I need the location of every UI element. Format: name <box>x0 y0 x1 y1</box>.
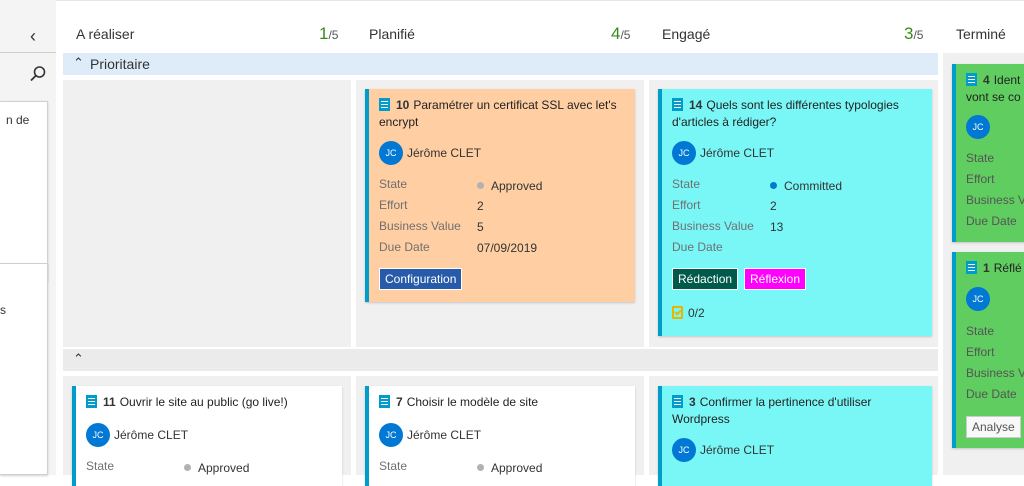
backlog-card-text: n de <box>6 113 30 127</box>
column-title: A réaliser <box>76 26 135 42</box>
assigned-user[interactable]: JC Jérôme CLET <box>672 438 774 462</box>
column-title: Terminé <box>956 26 1006 42</box>
card-title[interactable]: 10 Paramétrer un certificat SSL avec let'… <box>379 97 627 131</box>
chevron-up-icon[interactable]: ⌃ <box>73 55 84 71</box>
tag-analyse[interactable]: Analyse <box>966 416 1021 438</box>
field-label: Due Date <box>966 214 1017 228</box>
field-label: State <box>966 151 995 165</box>
checklist-icon <box>672 306 683 319</box>
product-backlog-item-icon <box>379 395 390 408</box>
field-label: Due Date <box>379 240 430 254</box>
avatar: JC <box>966 115 990 139</box>
backlog-card[interactable]: n de <box>0 101 48 281</box>
swimlane-header-prioritaire[interactable]: ⌃ Prioritaire <box>63 53 938 75</box>
state-dot <box>477 464 484 471</box>
card-title[interactable]: 7 Choisir le modèle de site <box>379 394 627 411</box>
backlog-card[interactable]: s <box>0 263 48 475</box>
field-label: Business Value <box>672 219 754 233</box>
swimlane-title: Prioritaire <box>90 56 150 72</box>
top-border <box>0 0 1024 1</box>
state-value[interactable]: Committed <box>770 179 842 193</box>
state-value[interactable]: Approved <box>477 461 542 475</box>
product-backlog-item-icon <box>86 395 97 408</box>
assigned-user[interactable]: JC Jérôme CLET <box>379 423 481 447</box>
cell-prio-a-realiser <box>63 80 351 347</box>
field-label: State <box>86 459 115 473</box>
checklist-summary[interactable]: 0/2 <box>672 306 705 320</box>
work-item-card[interactable]: 11 Ouvrir le site au public (go live!) JC… <box>72 386 342 486</box>
card-title[interactable]: 3 Confirmer la pertinence d'utiliser Word… <box>672 394 924 428</box>
avatar: JC <box>672 438 696 462</box>
avatar: JC <box>672 141 696 165</box>
state-value[interactable]: Approved <box>184 461 249 475</box>
wip-count: 1/5 <box>319 24 339 43</box>
swimlane-header-default[interactable]: ⌃ <box>63 349 938 371</box>
avatar: JC <box>379 141 403 165</box>
avatar: JC <box>86 423 110 447</box>
field-label: Business Va <box>966 193 1024 207</box>
card-title[interactable]: 4 Ident vont se co <box>966 72 1024 106</box>
state-value[interactable]: Approved <box>477 179 542 193</box>
work-item-card[interactable]: 14 Quels sont les différentes typologies … <box>658 89 932 336</box>
field-label: Due Date <box>966 387 1017 401</box>
product-backlog-item-icon <box>672 98 683 111</box>
card-title[interactable]: 1 Réflé <box>966 260 1024 277</box>
field-label: Business Value <box>379 219 461 233</box>
field-label: Effort <box>672 198 701 212</box>
avatar: JC <box>966 287 990 311</box>
effort-value[interactable]: 2 <box>770 199 777 213</box>
field-label: State <box>379 459 408 473</box>
state-dot <box>477 182 484 189</box>
effort-value[interactable]: 2 <box>477 199 484 213</box>
field-label: Effort <box>379 198 408 212</box>
backlog-panel: ‹ n de s <box>0 0 56 475</box>
field-label: Business Va <box>966 366 1024 380</box>
work-item-card[interactable]: 3 Confirmer la pertinence d'utiliser Word… <box>658 386 932 486</box>
field-label: State <box>966 324 995 338</box>
product-backlog-item-icon <box>379 98 390 111</box>
column-title: Engagé <box>662 26 711 42</box>
product-backlog-item-icon <box>672 395 683 408</box>
assigned-user[interactable]: JC <box>966 287 990 311</box>
column-header-engage[interactable]: Engagé 3/5 <box>662 24 932 48</box>
product-backlog-item-icon <box>966 73 977 86</box>
panel-divider <box>0 52 56 53</box>
work-item-card[interactable]: 4 Ident vont se co JC State Effort Busine… <box>952 64 1024 242</box>
business-value[interactable]: 5 <box>477 220 484 234</box>
assigned-user[interactable]: JC Jérôme CLET <box>672 141 774 165</box>
chevron-up-icon[interactable]: ⌃ <box>73 351 84 367</box>
column-header-planifie[interactable]: Planifié 4/5 <box>369 24 639 48</box>
work-item-card[interactable]: 10 Paramétrer un certificat SSL avec let'… <box>365 89 635 302</box>
avatar: JC <box>379 423 403 447</box>
assigned-user[interactable]: JC Jérôme CLET <box>86 423 188 447</box>
business-value[interactable]: 13 <box>770 220 783 234</box>
field-label: Effort <box>966 172 995 186</box>
tag-configuration[interactable]: Configuration <box>379 268 463 290</box>
state-dot <box>184 464 191 471</box>
wip-count: 3/5 <box>904 24 924 43</box>
chevron-left-icon[interactable]: ‹ <box>30 26 36 47</box>
due-date-value[interactable]: 07/09/2019 <box>477 241 537 255</box>
work-item-card[interactable]: 1Réflé JC State Effort Business Va Due D… <box>952 252 1024 448</box>
assigned-user[interactable]: JC Jérôme CLET <box>379 141 481 165</box>
card-title[interactable]: 14 Quels sont les différentes typologies … <box>672 97 924 131</box>
assigned-user[interactable]: JC <box>966 115 990 139</box>
state-dot <box>770 182 777 189</box>
backlog-card-text: s <box>0 303 6 317</box>
wip-count: 4/5 <box>611 24 631 43</box>
product-backlog-item-icon <box>966 261 977 274</box>
column-title: Planifié <box>369 26 415 42</box>
tag-redaction[interactable]: Rédaction <box>672 268 739 290</box>
column-header-a-realiser[interactable]: A réaliser 1/5 <box>76 24 346 48</box>
field-label: State <box>672 177 701 191</box>
search-icon[interactable] <box>28 64 48 84</box>
field-label: Due Date <box>672 240 723 254</box>
work-item-card[interactable]: 7 Choisir le modèle de site JC Jérôme CLET… <box>365 386 635 486</box>
field-label: State <box>379 177 408 191</box>
tag-reflexion[interactable]: Réflexion <box>744 268 807 290</box>
column-header-termine[interactable]: Terminé <box>956 26 1024 48</box>
card-title[interactable]: 11 Ouvrir le site au public (go live!) <box>86 394 334 411</box>
field-label: Effort <box>966 345 995 359</box>
